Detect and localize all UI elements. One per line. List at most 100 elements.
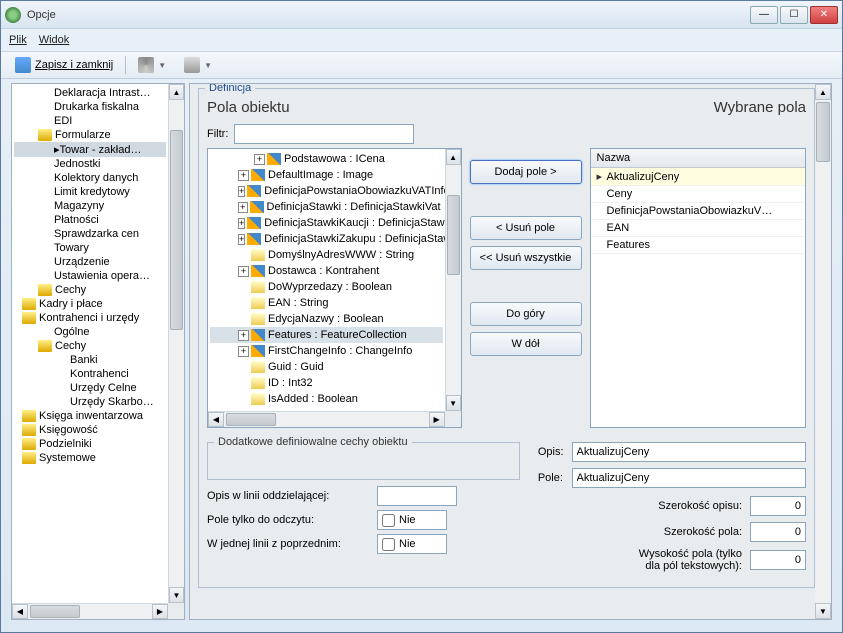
remove-field-button[interactable]: < Usuń pole [470,216,582,240]
field-tree-item[interactable]: +DefaultImage : Image [210,167,443,183]
nav-tree-item[interactable]: Ustawienia opera… [14,269,166,283]
menu-widok[interactable]: Widok [39,34,70,46]
nav-tree-item[interactable]: Kontrahenci [14,367,166,381]
szer-opisu-input[interactable] [750,496,806,516]
scroll-up-button[interactable]: ▲ [815,84,831,100]
nav-tree-item[interactable]: Kontrahenci i urzędy [14,311,166,325]
close-button[interactable]: ✕ [810,6,838,24]
maximize-button[interactable]: ☐ [780,6,808,24]
scroll-thumb[interactable] [30,605,80,618]
nav-tree-item[interactable]: Sprawdzarka cen [14,227,166,241]
move-down-button[interactable]: W dół [470,332,582,356]
remove-all-button[interactable]: << Usuń wszystkie [470,246,582,270]
nav-tree-item[interactable]: Urządzenie [14,255,166,269]
titlebar[interactable]: Opcje — ☐ ✕ [1,1,842,29]
hscrollbar[interactable]: ◀ ▶ [208,411,445,427]
nav-tree-item[interactable]: Jednostki [14,157,166,171]
field-tree-item[interactable]: +DefinicjaPowstaniaObowiazkuVATInfo [210,183,443,199]
expander-icon[interactable]: + [238,202,248,213]
expander-icon[interactable]: + [238,266,249,277]
nav-tree-item[interactable]: Cechy [14,339,166,353]
print-button[interactable]: ▼ [178,55,218,75]
nav-tree-item[interactable]: Towary [14,241,166,255]
scroll-left-button[interactable]: ◀ [12,604,28,619]
vscrollbar[interactable]: ▲ ▼ [445,149,461,411]
field-tree-item[interactable]: +Dostawca : Kontrahent [210,263,443,279]
fields-tree[interactable]: +Podstawowa : ICena+DefaultImage : Image… [208,149,445,411]
minimize-button[interactable]: — [750,6,778,24]
scroll-left-button[interactable]: ◀ [208,412,224,427]
add-field-button[interactable]: Dodaj pole > [470,160,582,184]
save-close-button[interactable]: Zapisz i zamknij [9,55,119,75]
scroll-up-button[interactable]: ▲ [169,84,184,100]
nav-tree-item[interactable]: Drukarka fiskalna [14,100,166,114]
nav-tree[interactable]: Deklaracja Intrast…Drukarka fiskalnaEDIF… [12,84,168,603]
opis-linii-input[interactable] [377,486,457,506]
menu-plik[interactable]: Plik [9,34,27,46]
nav-tree-item[interactable]: Księga inwentarzowa [14,409,166,423]
szer-pola-input[interactable] [750,522,806,542]
grid-header[interactable]: Nazwa [591,149,805,168]
field-tree-item[interactable]: +DefinicjaStawki : DefinicjaStawkiVat [210,199,443,215]
expander-icon[interactable]: + [238,234,245,245]
readonly-checkbox[interactable] [382,514,395,527]
readonly-combo[interactable]: Nie [377,510,447,530]
field-tree-item[interactable]: +Features : FeatureCollection [210,327,443,343]
selected-field-row[interactable]: ▸AktualizujCeny [591,168,805,186]
nav-tree-item[interactable]: Urzędy Celne [14,381,166,395]
hscrollbar[interactable]: ◀ ▶ [12,603,168,619]
nav-tree-item[interactable]: Deklaracja Intrast… [14,86,166,100]
sameline-checkbox[interactable] [382,538,395,551]
expander-icon[interactable]: + [238,186,245,197]
field-tree-item[interactable]: +DefinicjaStawkiZakupu : DefinicjaStaw… [210,231,443,247]
nav-tree-item[interactable]: EDI [14,114,166,128]
selected-fields-grid[interactable]: Nazwa ▸AktualizujCenyCenyDefinicjaPowsta… [590,148,806,428]
nav-tree-item[interactable]: Kolektory danych [14,171,166,185]
pole-input[interactable] [572,468,806,488]
move-up-button[interactable]: Do góry [470,302,582,326]
nav-tree-item[interactable]: Limit kredytowy [14,185,166,199]
field-tree-item[interactable]: EAN : String [210,295,443,311]
selected-field-row[interactable]: EAN [591,220,805,237]
field-tree-item[interactable]: DoWyprzedazy : Boolean [210,279,443,295]
sameline-combo[interactable]: Nie [377,534,447,554]
nav-tree-item[interactable]: Urzędy Skarbo… [14,395,166,409]
field-tree-item[interactable]: DomyślnyAdresWWW : String [210,247,443,263]
expander-icon[interactable]: + [238,330,249,341]
nav-tree-item[interactable]: ▸ Towar - zakład… [14,142,166,157]
tools-button[interactable]: ▼ [132,55,172,75]
nav-tree-item[interactable]: Cechy [14,283,166,297]
nav-tree-item[interactable]: Płatności [14,213,166,227]
expander-icon[interactable]: + [238,346,249,357]
scroll-down-button[interactable]: ▼ [446,395,461,411]
scroll-thumb[interactable] [226,413,276,426]
vscrollbar[interactable]: ▲ ▼ [815,84,831,619]
field-tree-item[interactable]: +Podstawowa : ICena [210,151,443,167]
vscrollbar[interactable]: ▲ ▼ [168,84,184,603]
scroll-down-button[interactable]: ▼ [815,603,831,619]
scroll-down-button[interactable]: ▼ [169,587,184,603]
nav-tree-item[interactable]: Banki [14,353,166,367]
nav-tree-item[interactable]: Ogólne [14,325,166,339]
field-tree-item[interactable]: IsAdded : Boolean [210,391,443,407]
opis-input[interactable] [572,442,806,462]
selected-field-row[interactable]: DefinicjaPowstaniaObowiazkuV… [591,203,805,220]
scroll-thumb[interactable] [170,130,183,330]
filtr-input[interactable] [234,124,414,144]
scroll-up-button[interactable]: ▲ [446,149,461,165]
expander-icon[interactable]: + [238,218,245,229]
field-tree-item[interactable]: EdycjaNazwy : Boolean [210,311,443,327]
nav-tree-item[interactable]: Formularze [14,128,166,142]
nav-tree-item[interactable]: Księgowość [14,423,166,437]
scroll-right-button[interactable]: ▶ [152,604,168,619]
nav-tree-item[interactable]: Kadry i płace [14,297,166,311]
nav-tree-item[interactable]: Systemowe [14,451,166,465]
scroll-thumb[interactable] [816,102,830,162]
field-tree-item[interactable]: Guid : Guid [210,359,443,375]
nav-tree-item[interactable]: Podzielniki [14,437,166,451]
field-tree-item[interactable]: +FirstChangeInfo : ChangeInfo [210,343,443,359]
expander-icon[interactable]: + [238,170,249,181]
expander-icon[interactable]: + [254,154,265,165]
selected-field-row[interactable]: Ceny [591,186,805,203]
field-tree-item[interactable]: ID : Int32 [210,375,443,391]
